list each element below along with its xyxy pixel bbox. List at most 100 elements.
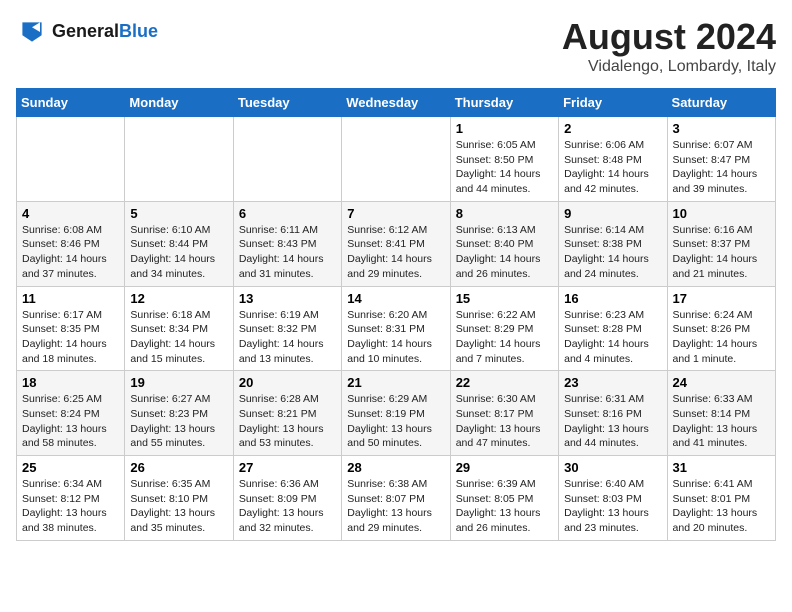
day-info: Sunrise: 6:33 AM Sunset: 8:14 PM Dayligh… — [673, 392, 770, 451]
day-info: Sunrise: 6:11 AM Sunset: 8:43 PM Dayligh… — [239, 223, 336, 282]
logo-text: GeneralBlue — [52, 22, 158, 42]
day-number: 27 — [239, 460, 336, 475]
day-info: Sunrise: 6:36 AM Sunset: 8:09 PM Dayligh… — [239, 477, 336, 536]
day-number: 7 — [347, 206, 444, 221]
col-header-monday: Monday — [125, 89, 233, 117]
day-number: 12 — [130, 291, 227, 306]
day-info: Sunrise: 6:07 AM Sunset: 8:47 PM Dayligh… — [673, 138, 770, 197]
day-info: Sunrise: 6:34 AM Sunset: 8:12 PM Dayligh… — [22, 477, 119, 536]
calendar-cell: 2 Sunrise: 6:06 AM Sunset: 8:48 PM Daylig… — [559, 117, 667, 202]
calendar-cell: 29 Sunrise: 6:39 AM Sunset: 8:05 PM Dayli… — [450, 456, 558, 541]
day-number: 6 — [239, 206, 336, 221]
day-number: 23 — [564, 375, 661, 390]
day-info: Sunrise: 6:24 AM Sunset: 8:26 PM Dayligh… — [673, 308, 770, 367]
day-info: Sunrise: 6:14 AM Sunset: 8:38 PM Dayligh… — [564, 223, 661, 282]
month-title: August 2024 — [562, 16, 776, 58]
calendar-cell: 7 Sunrise: 6:12 AM Sunset: 8:41 PM Daylig… — [342, 201, 450, 286]
col-header-tuesday: Tuesday — [233, 89, 341, 117]
col-header-wednesday: Wednesday — [342, 89, 450, 117]
calendar-cell: 24 Sunrise: 6:33 AM Sunset: 8:14 PM Dayli… — [667, 371, 775, 456]
day-number: 24 — [673, 375, 770, 390]
logo-icon — [16, 16, 48, 48]
calendar-cell: 30 Sunrise: 6:40 AM Sunset: 8:03 PM Dayli… — [559, 456, 667, 541]
calendar-cell: 23 Sunrise: 6:31 AM Sunset: 8:16 PM Dayli… — [559, 371, 667, 456]
calendar-cell — [125, 117, 233, 202]
calendar-cell: 10Sunrise: 6:16 AM Sunset: 8:37 PM Dayli… — [667, 201, 775, 286]
calendar-cell: 14Sunrise: 6:20 AM Sunset: 8:31 PM Dayli… — [342, 286, 450, 371]
day-info: Sunrise: 6:18 AM Sunset: 8:34 PM Dayligh… — [130, 308, 227, 367]
calendar-header-row: SundayMondayTuesdayWednesdayThursdayFrid… — [17, 89, 776, 117]
calendar-cell: 8 Sunrise: 6:13 AM Sunset: 8:40 PM Daylig… — [450, 201, 558, 286]
day-number: 28 — [347, 460, 444, 475]
day-number: 22 — [456, 375, 553, 390]
title-block: August 2024 Vidalengo, Lombardy, Italy — [562, 16, 776, 76]
calendar-cell: 20Sunrise: 6:28 AM Sunset: 8:21 PM Dayli… — [233, 371, 341, 456]
calendar-week-3: 11Sunrise: 6:17 AM Sunset: 8:35 PM Dayli… — [17, 286, 776, 371]
calendar-cell: 31Sunrise: 6:41 AM Sunset: 8:01 PM Dayli… — [667, 456, 775, 541]
calendar-cell: 17Sunrise: 6:24 AM Sunset: 8:26 PM Dayli… — [667, 286, 775, 371]
day-info: Sunrise: 6:38 AM Sunset: 8:07 PM Dayligh… — [347, 477, 444, 536]
day-info: Sunrise: 6:19 AM Sunset: 8:32 PM Dayligh… — [239, 308, 336, 367]
day-number: 15 — [456, 291, 553, 306]
day-number: 5 — [130, 206, 227, 221]
day-number: 31 — [673, 460, 770, 475]
day-number: 13 — [239, 291, 336, 306]
calendar-cell — [342, 117, 450, 202]
day-info: Sunrise: 6:06 AM Sunset: 8:48 PM Dayligh… — [564, 138, 661, 197]
day-number: 8 — [456, 206, 553, 221]
day-number: 19 — [130, 375, 227, 390]
calendar-cell: 15 Sunrise: 6:22 AM Sunset: 8:29 PM Dayli… — [450, 286, 558, 371]
calendar-cell: 21 Sunrise: 6:29 AM Sunset: 8:19 PM Dayli… — [342, 371, 450, 456]
calendar-cell: 13 Sunrise: 6:19 AM Sunset: 8:32 PM Dayli… — [233, 286, 341, 371]
day-number: 16 — [564, 291, 661, 306]
day-info: Sunrise: 6:29 AM Sunset: 8:19 PM Dayligh… — [347, 392, 444, 451]
day-info: Sunrise: 6:28 AM Sunset: 8:21 PM Dayligh… — [239, 392, 336, 451]
calendar-cell: 28 Sunrise: 6:38 AM Sunset: 8:07 PM Dayli… — [342, 456, 450, 541]
col-header-sunday: Sunday — [17, 89, 125, 117]
calendar-cell: 9Sunrise: 6:14 AM Sunset: 8:38 PM Daylig… — [559, 201, 667, 286]
day-info: Sunrise: 6:40 AM Sunset: 8:03 PM Dayligh… — [564, 477, 661, 536]
day-number: 1 — [456, 121, 553, 136]
day-number: 30 — [564, 460, 661, 475]
calendar-week-4: 18Sunrise: 6:25 AM Sunset: 8:24 PM Dayli… — [17, 371, 776, 456]
day-number: 18 — [22, 375, 119, 390]
calendar-week-5: 25 Sunrise: 6:34 AM Sunset: 8:12 PM Dayli… — [17, 456, 776, 541]
calendar-cell: 6 Sunrise: 6:11 AM Sunset: 8:43 PM Daylig… — [233, 201, 341, 286]
calendar-cell — [233, 117, 341, 202]
day-info: Sunrise: 6:10 AM Sunset: 8:44 PM Dayligh… — [130, 223, 227, 282]
calendar-cell: 12 Sunrise: 6:18 AM Sunset: 8:34 PM Dayli… — [125, 286, 233, 371]
calendar-cell: 1Sunrise: 6:05 AM Sunset: 8:50 PM Daylig… — [450, 117, 558, 202]
day-info: Sunrise: 6:13 AM Sunset: 8:40 PM Dayligh… — [456, 223, 553, 282]
day-info: Sunrise: 6:22 AM Sunset: 8:29 PM Dayligh… — [456, 308, 553, 367]
day-info: Sunrise: 6:39 AM Sunset: 8:05 PM Dayligh… — [456, 477, 553, 536]
page-header: GeneralBlue August 2024 Vidalengo, Lomba… — [16, 16, 776, 76]
calendar-cell: 5 Sunrise: 6:10 AM Sunset: 8:44 PM Daylig… — [125, 201, 233, 286]
col-header-saturday: Saturday — [667, 89, 775, 117]
calendar-cell: 16 Sunrise: 6:23 AM Sunset: 8:28 PM Dayli… — [559, 286, 667, 371]
col-header-thursday: Thursday — [450, 89, 558, 117]
day-number: 21 — [347, 375, 444, 390]
calendar-cell: 25 Sunrise: 6:34 AM Sunset: 8:12 PM Dayli… — [17, 456, 125, 541]
day-number: 2 — [564, 121, 661, 136]
calendar-cell: 4Sunrise: 6:08 AM Sunset: 8:46 PM Daylig… — [17, 201, 125, 286]
day-info: Sunrise: 6:12 AM Sunset: 8:41 PM Dayligh… — [347, 223, 444, 282]
logo: GeneralBlue — [16, 16, 158, 48]
calendar-cell: 18Sunrise: 6:25 AM Sunset: 8:24 PM Dayli… — [17, 371, 125, 456]
day-info: Sunrise: 6:08 AM Sunset: 8:46 PM Dayligh… — [22, 223, 119, 282]
day-info: Sunrise: 6:27 AM Sunset: 8:23 PM Dayligh… — [130, 392, 227, 451]
calendar-cell — [17, 117, 125, 202]
day-number: 25 — [22, 460, 119, 475]
calendar-cell: 26 Sunrise: 6:35 AM Sunset: 8:10 PM Dayli… — [125, 456, 233, 541]
calendar-week-1: 1Sunrise: 6:05 AM Sunset: 8:50 PM Daylig… — [17, 117, 776, 202]
day-number: 26 — [130, 460, 227, 475]
day-number: 3 — [673, 121, 770, 136]
day-number: 11 — [22, 291, 119, 306]
calendar-cell: 19 Sunrise: 6:27 AM Sunset: 8:23 PM Dayli… — [125, 371, 233, 456]
day-number: 29 — [456, 460, 553, 475]
day-info: Sunrise: 6:31 AM Sunset: 8:16 PM Dayligh… — [564, 392, 661, 451]
day-info: Sunrise: 6:23 AM Sunset: 8:28 PM Dayligh… — [564, 308, 661, 367]
location-title: Vidalengo, Lombardy, Italy — [562, 58, 776, 76]
calendar-cell: 11Sunrise: 6:17 AM Sunset: 8:35 PM Dayli… — [17, 286, 125, 371]
day-number: 14 — [347, 291, 444, 306]
day-info: Sunrise: 6:35 AM Sunset: 8:10 PM Dayligh… — [130, 477, 227, 536]
